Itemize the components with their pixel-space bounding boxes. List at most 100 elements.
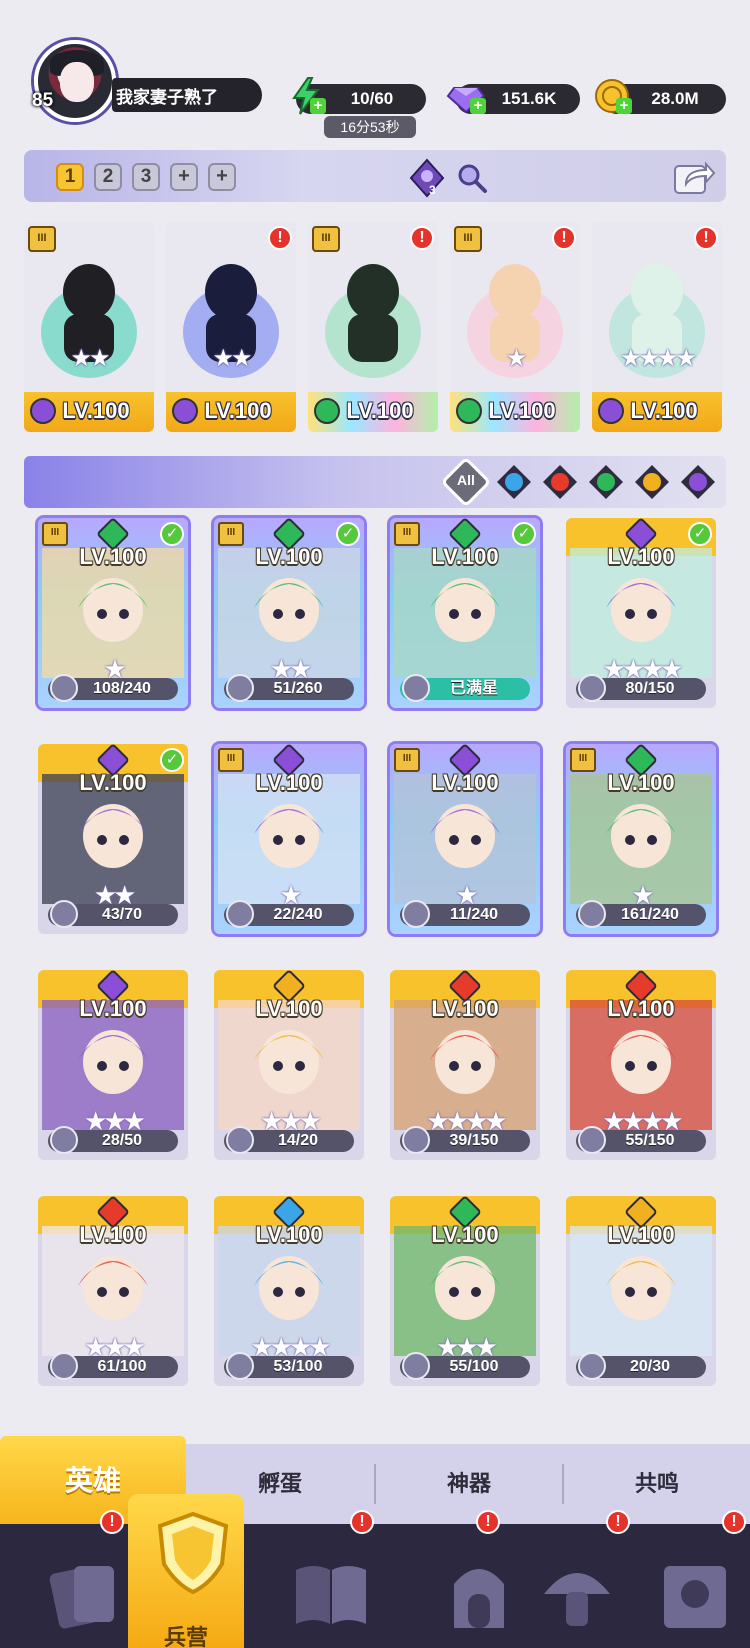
hero-card[interactable]: LV.100 20/30 [566, 1196, 716, 1386]
hero-level: LV.100 [255, 996, 323, 1021]
shard-icon [402, 674, 430, 702]
hero-card[interactable]: LV.100 ★★★ 14/20 [214, 970, 364, 1160]
add-gems-button[interactable]: + [470, 98, 486, 114]
star-rating: ★★ [70, 345, 110, 372]
shard-icon [226, 1352, 254, 1380]
add-team-button-1[interactable]: + [170, 163, 198, 191]
hero-level: LV.100 [607, 770, 675, 795]
add-energy-button[interactable]: + [310, 98, 326, 114]
nav-book[interactable] [256, 1524, 406, 1648]
filter-light-icon[interactable] [634, 464, 670, 500]
shard-progress: 161/240 [576, 900, 706, 928]
lineup-hero-card[interactable]: LV.100 ★★ III [24, 222, 154, 432]
nav-cards-alert: ! [100, 1510, 124, 1534]
shard-progress: 61/100 [48, 1352, 178, 1380]
rank-badge-icon: III [312, 226, 340, 252]
shield-icon [157, 1511, 229, 1595]
team-formation-icon[interactable]: 3 [407, 158, 447, 198]
hero-card[interactable]: LV.100 ★★★★ 53/100 [214, 1196, 364, 1386]
hero-level: LV.100 [607, 1222, 675, 1247]
shard-progress: 55/100 [400, 1352, 530, 1380]
team-selector-bar: 1 2 3 + + 3 [24, 150, 726, 202]
lineup-level: LV.100 [630, 398, 698, 423]
search-icon[interactable] [456, 162, 488, 194]
energy-counter[interactable]: + 10/60 [292, 77, 426, 115]
shard-count: 61/100 [97, 1358, 147, 1375]
gem-counter[interactable]: + 151.6K [446, 84, 580, 114]
hero-card[interactable]: LV.100 ★★★★ 55/150 [566, 970, 716, 1160]
shard-icon [402, 1126, 430, 1154]
add-team-button-2[interactable]: + [208, 163, 236, 191]
lineup-hero-card[interactable]: LV.100 ★★★★! [592, 222, 722, 432]
in-team-check-icon: ✓ [688, 522, 712, 546]
shard-progress: 22/240 [224, 900, 354, 928]
hero-level: LV.100 [431, 770, 499, 795]
share-icon[interactable] [672, 156, 716, 196]
hero-level: LV.100 [79, 996, 147, 1021]
hero-card[interactable]: LV.100 ★★★ 55/100 [390, 1196, 540, 1386]
gold-counter[interactable]: + 28.0M [595, 79, 726, 114]
shard-count: 55/150 [625, 1132, 675, 1149]
lineup-hero-card[interactable]: LV.100 ★ III! [450, 222, 580, 432]
hero-card[interactable]: ✓ LV.100 ★★ 43/70 [38, 744, 188, 934]
shard-progress: 55/150 [576, 1126, 706, 1154]
hero-card[interactable]: III ✓ LV.100 已满星 [390, 518, 540, 708]
hero-level: LV.100 [255, 1222, 323, 1247]
mushroom-icon [544, 1573, 610, 1626]
shard-count: 108/240 [93, 680, 151, 697]
rank-badge-icon: III [454, 226, 482, 252]
rank-badge-icon: III [42, 522, 68, 546]
filter-wind-icon[interactable] [588, 464, 624, 500]
rank-badge-icon: III [218, 748, 244, 772]
lineup-level: LV.100 [346, 398, 414, 423]
in-team-check-icon: ✓ [160, 748, 184, 772]
nav-barracks-label: 兵营 [163, 1625, 208, 1648]
add-gold-button[interactable]: + [616, 98, 632, 114]
tab-resonance[interactable]: 共鸣 [564, 1444, 750, 1524]
lineup-row: LV.100 ★★ III LV.100 ★★! LV.100 III! LV.100 ★ III… [24, 222, 726, 434]
shard-icon [50, 674, 78, 702]
filter-fire-icon[interactable] [542, 464, 578, 500]
team-tab-2[interactable]: 2 [94, 163, 122, 191]
filter-water-icon[interactable] [496, 464, 532, 500]
hero-card[interactable]: LV.100 ★★★ 61/100 [38, 1196, 188, 1386]
player-name-plate: 我家妻子熟了 [112, 78, 262, 112]
shard-count: 11/240 [449, 906, 499, 923]
shard-icon [402, 1352, 430, 1380]
player-name: 我家妻子熟了 [116, 87, 218, 107]
hero-card[interactable]: III LV.100 ★ 22/240 [214, 744, 364, 934]
hero-level: LV.100 [79, 770, 147, 795]
shard-count: 已满星 [449, 680, 498, 697]
in-team-check-icon: ✓ [336, 522, 360, 546]
shard-count: 28/50 [101, 1132, 143, 1149]
lineup-hero-card[interactable]: LV.100 ★★! [166, 222, 296, 432]
lineup-level: LV.100 [62, 398, 130, 423]
alert-icon: ! [268, 226, 292, 250]
hero-card[interactable]: III LV.100 ★ 11/240 [390, 744, 540, 934]
nav-map[interactable] [620, 1524, 750, 1648]
hero-card[interactable]: LV.100 ★★★ 28/50 [38, 970, 188, 1160]
shard-count: 51/260 [273, 680, 323, 697]
shard-icon [402, 900, 430, 928]
tab-artifacts[interactable]: 神器 [376, 1444, 562, 1524]
team-tab-3[interactable]: 3 [132, 163, 160, 191]
alert-icon: ! [552, 226, 576, 250]
shard-icon [578, 674, 606, 702]
hero-card[interactable]: III LV.100 ★ 161/240 [566, 744, 716, 934]
lineup-hero-card[interactable]: LV.100 III! [308, 222, 438, 432]
shard-progress: 51/260 [224, 674, 354, 702]
hero-card[interactable]: III ✓ LV.100 ★ 108/240 [38, 518, 188, 708]
filter-dark-icon[interactable] [680, 464, 716, 500]
hero-card[interactable]: LV.100 ★★★★ 39/150 [390, 970, 540, 1160]
team-tab-1[interactable]: 1 [56, 163, 84, 191]
scroll-icon [664, 1566, 726, 1628]
bottom-nav: 兵营 ! ! ! ! ! [0, 1494, 750, 1648]
shard-count: 161/240 [621, 906, 679, 923]
shard-count: 20/30 [629, 1358, 671, 1375]
hero-level: LV.100 [607, 544, 675, 569]
shard-progress: 已满星 [400, 674, 530, 702]
shard-count: 14/20 [277, 1132, 319, 1149]
hero-card[interactable]: ✓ LV.100 ★★★★ 80/150 [566, 518, 716, 708]
hero-card[interactable]: III ✓ LV.100 ★★ 51/260 [214, 518, 364, 708]
star-rating: ★★★★ [619, 345, 697, 372]
